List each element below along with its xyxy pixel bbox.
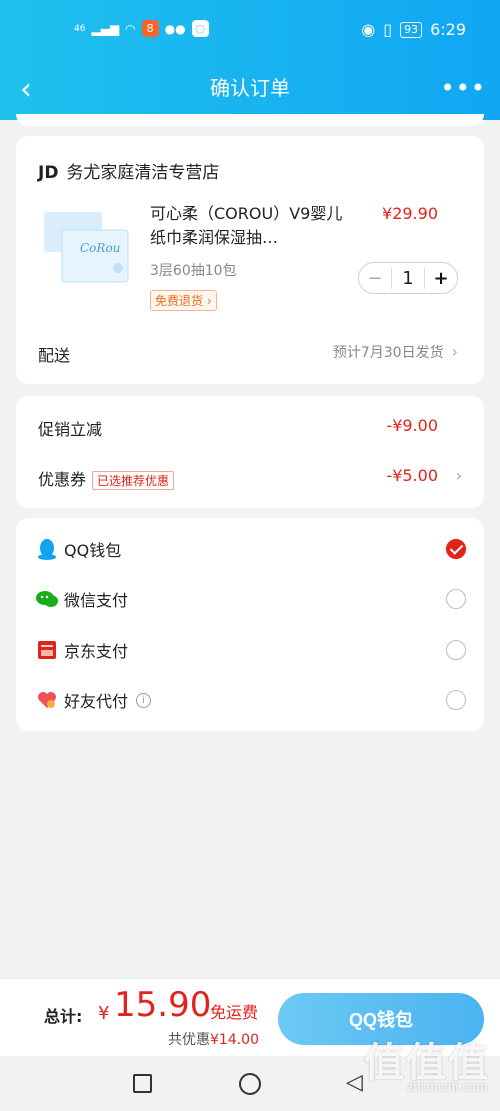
delivery-estimate: 预计7月30日发货 — [332, 345, 444, 361]
product-price: ¥29.90 — [382, 204, 438, 223]
payment-label: 好友代付 — [64, 692, 129, 711]
discount-card: 促销立减 -¥9.00 优惠券 已选推荐优惠 -¥5.00 › — [16, 396, 484, 508]
page-title: 确认订单 — [210, 76, 290, 100]
wechat-notification-icon: ●● — [164, 21, 186, 36]
message-notification-icon: ◌ — [191, 20, 209, 37]
signal-bars-icon: ▂▄▆ — [91, 21, 120, 36]
payment-option-wechat[interactable]: 微信支付 — [36, 581, 466, 617]
product-spec[interactable]: 3层60抽10包 — [150, 260, 237, 280]
delivery-label: 配送 — [38, 346, 71, 365]
decrease-quantity-button[interactable]: − — [359, 267, 392, 289]
jd-pay-icon — [36, 639, 58, 661]
more-icon[interactable]: ••• — [441, 74, 486, 102]
tissue-box-image: CoRou — [44, 212, 129, 283]
increase-quantity-button[interactable]: + — [424, 267, 457, 289]
payment-option-friend[interactable]: 好友代付 i — [36, 682, 466, 718]
radio-unselected[interactable] — [446, 690, 466, 710]
status-bar: 46 ▂▄▆ ◠ 8 ●● ◌ ◉ ▯ 93 6:29 — [0, 0, 500, 64]
payment-option-jdpay[interactable]: 京东支付 — [36, 632, 466, 668]
shop-name[interactable]: JD 务尤家庭清洁专营店 — [38, 158, 219, 183]
battery-indicator: 93 — [400, 21, 423, 38]
clock: 6:29 — [430, 20, 466, 39]
chevron-right-icon: › — [451, 342, 458, 361]
eye-comfort-icon: ◉ — [361, 20, 376, 39]
watermark-url: zhizhizhi.com — [406, 1080, 488, 1094]
free-shipping-label: 免运费 — [210, 1003, 259, 1022]
quantity-value[interactable]: 1 — [392, 268, 424, 289]
shop-name-label: 务尤家庭清洁专营店 — [66, 163, 220, 183]
product-thumbnail[interactable]: CoRou — [38, 200, 134, 296]
promo-value: -¥9.00 — [386, 416, 438, 435]
quantity-stepper: − 1 + — [358, 262, 458, 294]
friend-pay-icon — [36, 689, 58, 711]
wechat-icon — [36, 588, 58, 610]
promo-label: 促销立减 — [38, 420, 103, 439]
thumb-brand-text: CoRou — [80, 241, 120, 255]
radio-unselected[interactable] — [446, 589, 466, 609]
status-left: 46 ▂▄▆ ◠ 8 ●● ◌ — [74, 20, 209, 37]
coupon-value[interactable]: -¥5.00 — [386, 466, 438, 485]
saved-amount: ¥14.00 — [210, 1032, 259, 1048]
back-triangle-icon[interactable]: ◁ — [346, 1070, 363, 1095]
payment-label: 微信支付 — [64, 591, 129, 610]
radio-unselected[interactable] — [446, 640, 466, 660]
order-item-card: JD 务尤家庭清洁专营店 CoRou 可心柔（COROU）V9婴儿纸巾柔润保湿抽…… — [16, 136, 484, 384]
payment-label: 京东支付 — [64, 642, 129, 661]
total-amount: 15.90 — [114, 985, 212, 1025]
coupon-label: 优惠券 — [38, 470, 87, 489]
wifi-icon: ◠ — [125, 21, 136, 36]
payment-option-qq[interactable]: QQ钱包 — [36, 531, 466, 567]
signal-indicator: 46 — [74, 23, 86, 34]
free-return-tag[interactable]: 免费退货 › — [150, 290, 217, 311]
app-notification-icon: 8 — [141, 20, 159, 37]
nav-bar: ‹ 确认订单 ••• — [0, 64, 500, 120]
currency-symbol: ¥ — [98, 1003, 110, 1024]
saved-prefix: 共优惠 — [168, 1032, 210, 1048]
total-label: 总计: — [44, 1007, 83, 1026]
info-icon[interactable]: i — [136, 692, 152, 708]
home-icon[interactable] — [239, 1073, 261, 1095]
total-saved: 共优惠¥14.00 — [168, 1029, 259, 1049]
payment-label: QQ钱包 — [64, 541, 122, 560]
qq-penguin-icon — [36, 538, 58, 560]
radio-selected[interactable] — [446, 539, 466, 559]
product-title[interactable]: 可心柔（COROU）V9婴儿纸巾柔润保湿抽… — [150, 202, 350, 250]
delivery-row[interactable]: 预计7月30日发货 › — [333, 342, 458, 362]
coupon-row[interactable]: 优惠券 已选推荐优惠 — [38, 466, 175, 490]
coupon-badge: 已选推荐优惠 — [92, 471, 175, 490]
jd-logo: JD — [38, 163, 59, 183]
vibrate-icon: ▯ — [383, 20, 393, 39]
chevron-right-icon[interactable]: › — [456, 466, 462, 485]
payment-methods-card: QQ钱包 微信支付 京东支付 好友代付 i — [16, 518, 484, 731]
status-right: ◉ ▯ 93 6:29 — [361, 20, 466, 39]
recent-apps-icon[interactable] — [133, 1074, 152, 1093]
previous-card-edge — [16, 114, 484, 126]
